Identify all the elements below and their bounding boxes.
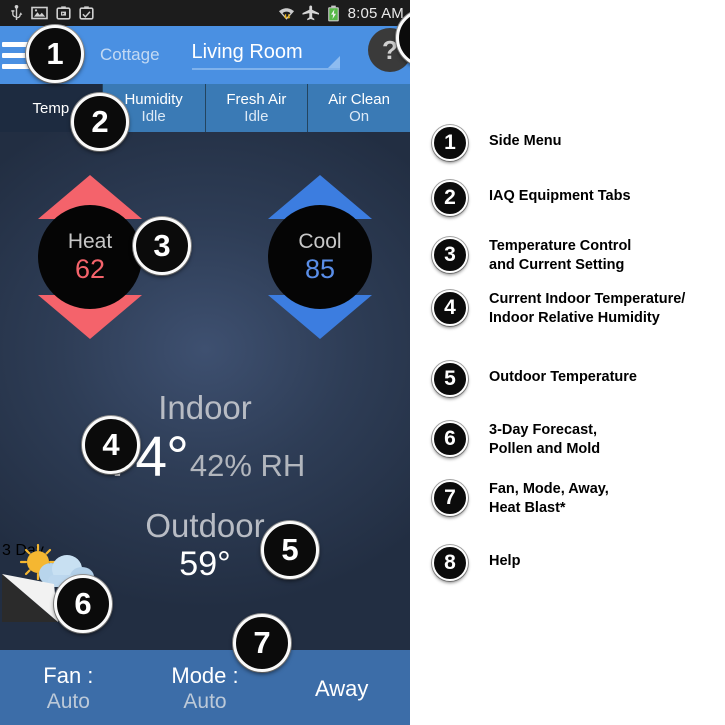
legend-badge-8: 8 xyxy=(432,545,468,581)
fan-button[interactable]: Fan : Auto xyxy=(0,650,137,725)
indoor-label: Indoor xyxy=(158,389,252,426)
legend-label-4: Current Indoor Temperature/ Indoor Relat… xyxy=(489,291,686,326)
fan-value: Auto xyxy=(46,690,90,713)
cool-setpoint-control[interactable]: Cool 85 xyxy=(258,162,382,352)
tab-air-clean[interactable]: Air Clean On xyxy=(308,84,410,132)
callout-badge-5: 5 xyxy=(261,521,319,579)
fan-label: Fan : xyxy=(43,663,94,688)
airplane-mode-icon xyxy=(302,5,319,20)
callout-badge-4: 4 xyxy=(82,416,140,474)
legend-badge-3: 3 xyxy=(432,237,468,273)
away-label: Away xyxy=(314,676,369,701)
cool-value: 85 xyxy=(304,254,336,284)
gallery-image-icon xyxy=(31,6,48,20)
legend-label-6: 3-Day Forecast, Pollen and Mold xyxy=(489,422,601,457)
legend-badge-5: 5 xyxy=(432,361,468,397)
iaq-equipment-tabs: Temp Humidity Idle Fresh Air Idle Air Cl… xyxy=(0,84,410,132)
legend-item-2: 2 IAQ Equipment Tabs xyxy=(432,180,631,216)
phone-screenshot: 8:05 AM Cottage Living Room ? Temp Humid… xyxy=(0,0,410,725)
legend-panel: 1 Side Menu 2 IAQ Equipment Tabs 3 Tempe… xyxy=(410,0,725,725)
room-selector-dropdown[interactable]: Living Room xyxy=(191,40,340,70)
legend-item-1: 1 Side Menu xyxy=(432,125,562,161)
cool-dial[interactable]: Cool 85 xyxy=(268,205,372,309)
callout-badge-7: 7 xyxy=(233,614,291,672)
spinner-underline xyxy=(191,67,340,70)
legend-label-1: Side Menu xyxy=(489,133,562,149)
tab-status: Idle xyxy=(244,108,269,125)
room-selector-label: Living Room xyxy=(191,40,303,63)
usb-icon xyxy=(11,5,23,20)
chevron-down-icon xyxy=(327,55,340,68)
briefcase-check-icon xyxy=(79,6,94,20)
legend-item-6: 6 3-Day Forecast, Pollen and Mold xyxy=(432,421,600,459)
legend-label-7: Fan, Mode, Away, Heat Blast* xyxy=(489,481,609,516)
heat-label: Heat xyxy=(67,230,113,253)
legend-item-5: 5 Outdoor Temperature xyxy=(432,361,637,397)
tab-status: On xyxy=(349,108,370,125)
breadcrumb-location[interactable]: Cottage xyxy=(100,45,160,65)
cool-label: Cool xyxy=(298,230,342,253)
status-bar-right-icons: 8:05 AM xyxy=(278,5,404,22)
legend-label-8: Help xyxy=(489,553,521,569)
forecast-page-curl-badge xyxy=(2,574,58,622)
away-button[interactable]: Away xyxy=(273,650,410,725)
tab-fresh-air[interactable]: Fresh Air Idle xyxy=(205,84,309,132)
mode-label: Mode : xyxy=(171,663,239,688)
legend-badge-7: 7 xyxy=(432,480,468,516)
thermostat-main-panel: Heat 62 Cool 85 Indoor 74° 42% RH Outdoo… xyxy=(0,132,410,650)
status-bar-clock: 8:05 AM xyxy=(347,4,404,22)
legend-badge-6: 6 xyxy=(432,421,468,457)
tab-label: Humidity xyxy=(124,91,183,108)
wifi-download-icon xyxy=(278,7,294,20)
tab-label: Temp xyxy=(32,99,70,117)
battery-charging-icon xyxy=(327,5,339,21)
legend-item-8: 8 Help xyxy=(432,545,520,581)
indoor-relative-humidity: 42% RH xyxy=(189,448,306,483)
mode-value: Auto xyxy=(183,690,227,713)
legend-badge-1: 1 xyxy=(432,125,468,161)
legend-item-4: 4 Current Indoor Temperature/ Indoor Rel… xyxy=(432,290,685,328)
indoor-readout-row: 74° 42% RH xyxy=(0,426,410,488)
heat-value: 62 xyxy=(74,254,106,284)
callout-badge-2: 2 xyxy=(71,93,129,151)
legend-label-3: Temperature Control and Current Setting xyxy=(489,238,632,273)
legend-badge-4: 4 xyxy=(432,290,468,326)
heat-setpoint-control[interactable]: Heat 62 xyxy=(28,162,152,352)
callout-badge-6: 6 xyxy=(54,575,112,633)
bottom-action-bar: Fan : Auto Mode : Auto Away xyxy=(0,650,410,725)
tab-label: Air Clean xyxy=(328,91,390,108)
status-bar-left-icons xyxy=(10,5,278,21)
tab-label: Fresh Air xyxy=(226,91,287,108)
callout-badge-1: 1 xyxy=(26,25,84,83)
legend-label-5: Outdoor Temperature xyxy=(489,369,637,385)
legend-item-7: 7 Fan, Mode, Away, Heat Blast* xyxy=(432,480,609,518)
briefcase-download-icon xyxy=(56,6,71,20)
tab-status: Idle xyxy=(141,108,166,125)
legend-item-3: 3 Temperature Control and Current Settin… xyxy=(432,237,631,275)
android-status-bar: 8:05 AM xyxy=(0,0,410,26)
callout-badge-3: 3 xyxy=(133,217,191,275)
outdoor-label: Outdoor xyxy=(145,507,265,544)
legend-badge-2: 2 xyxy=(432,180,468,216)
heat-dial[interactable]: Heat 62 xyxy=(38,205,142,309)
legend-label-2: IAQ Equipment Tabs xyxy=(489,188,631,204)
